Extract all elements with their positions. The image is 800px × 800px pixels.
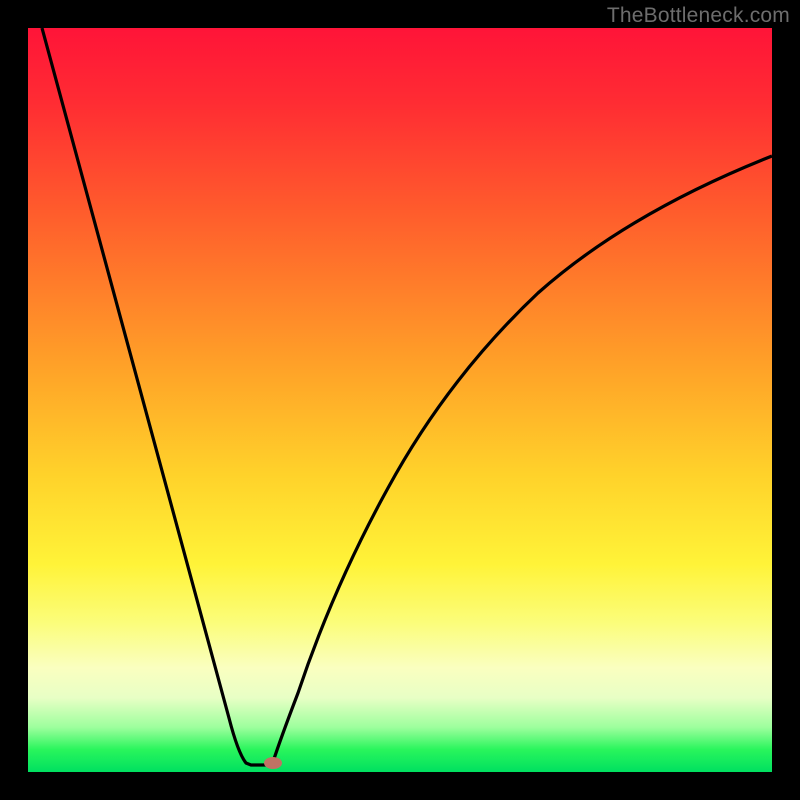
- chart-frame: TheBottleneck.com: [0, 0, 800, 800]
- bottleneck-curve: [28, 28, 772, 772]
- plot-area: [28, 28, 772, 772]
- curve-right-branch: [272, 156, 772, 765]
- curve-left-branch: [42, 28, 272, 765]
- watermark-text: TheBottleneck.com: [607, 4, 790, 28]
- optimal-point-marker: [264, 757, 282, 769]
